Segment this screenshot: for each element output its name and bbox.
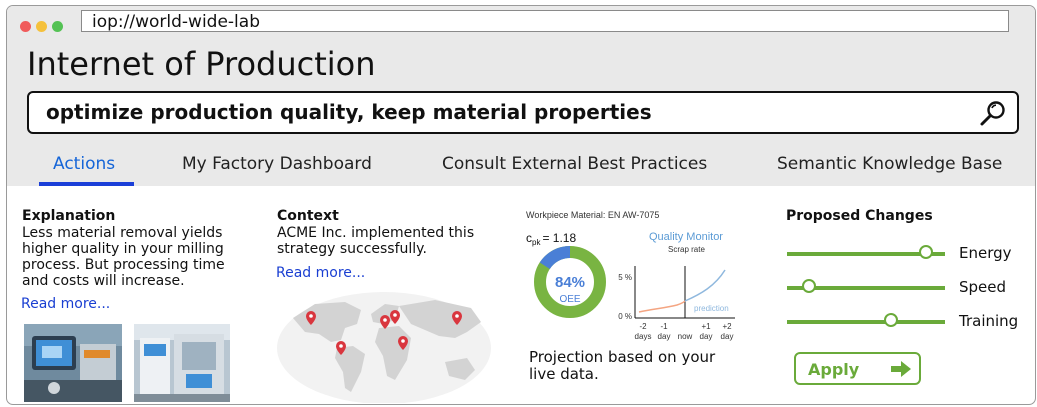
context-line: strategy successfully. xyxy=(277,241,427,257)
explanation-line: process. But processing time xyxy=(22,257,225,273)
x-tick-label: now xyxy=(678,332,693,341)
oee-value: 84% xyxy=(555,274,585,291)
maximize-window-dot[interactable] xyxy=(52,21,63,32)
tab-actions[interactable]: Actions xyxy=(53,154,115,174)
prediction-label: prediction xyxy=(694,304,729,313)
x-tick-label: day xyxy=(700,332,713,341)
tab-consult-external-best-practices[interactable]: Consult External Best Practices xyxy=(442,154,707,174)
explanation-title: Explanation xyxy=(22,208,116,224)
tab-bar: Actions My Factory Dashboard Consult Ext… xyxy=(7,151,1035,186)
energy-slider[interactable] xyxy=(787,245,945,259)
slider-thumb[interactable] xyxy=(802,279,817,293)
history-line xyxy=(638,300,686,313)
prediction-line xyxy=(684,269,726,302)
oee-gauge: 84% OEE xyxy=(534,246,606,318)
oee-label: OEE xyxy=(559,294,580,305)
projection-caption-line: live data. xyxy=(529,365,599,383)
x-tick-label: day xyxy=(658,332,671,341)
equipment-photo-image xyxy=(134,324,230,402)
explanation-read-more-link[interactable]: Read more... xyxy=(21,296,110,312)
quality-monitor-widget: Workpiece Material: EN AW-7075 cpk = 1.18… xyxy=(526,210,735,341)
context-title: Context xyxy=(277,208,339,224)
x-tick-label: -2 xyxy=(639,322,647,331)
tab-my-factory-dashboard[interactable]: My Factory Dashboard xyxy=(182,154,372,174)
x-tick-label: +2 xyxy=(722,322,732,331)
apply-button[interactable]: Apply xyxy=(794,352,921,385)
machine-photo-image xyxy=(24,324,122,402)
cpk-label: cpk = 1.18 xyxy=(526,231,576,247)
proposed-changes-title: Proposed Changes xyxy=(786,208,933,224)
explanation-line: and costs will increase. xyxy=(22,273,185,289)
speed-slider-label: Speed xyxy=(959,278,1007,296)
x-tick-labels: -2days-1day now+1day+2day xyxy=(635,322,734,341)
slider-track xyxy=(787,320,945,324)
x-tick-label: -1 xyxy=(660,322,668,331)
material-label: Workpiece Material: EN AW-7075 xyxy=(526,210,659,220)
x-tick-label: day xyxy=(721,332,734,341)
arrow-right-icon xyxy=(891,361,911,377)
search-bar[interactable]: optimize production quality, keep materi… xyxy=(27,91,1019,134)
address-bar[interactable]: iop://world-wide-lab xyxy=(81,10,1009,32)
y-tick-label: 5 % xyxy=(618,273,632,282)
window-controls xyxy=(20,17,68,36)
training-slider[interactable] xyxy=(787,313,945,327)
slider-thumb[interactable] xyxy=(919,245,934,259)
context-line: ACME Inc. implemented this xyxy=(277,225,475,241)
browser-window: iop://world-wide-lab Internet of Product… xyxy=(6,5,1036,405)
quality-monitor-title: Quality Monitor xyxy=(649,231,723,243)
slider-thumb[interactable] xyxy=(884,313,899,327)
x-tick-label: +1 xyxy=(701,322,711,331)
explanation-line: Less material removal yields xyxy=(22,225,223,241)
close-window-dot[interactable] xyxy=(20,21,31,32)
apply-button-label: Apply xyxy=(808,360,860,379)
scrap-rate-label: Scrap rate xyxy=(668,245,705,254)
page-title: Internet of Production xyxy=(27,45,376,83)
context-read-more-link[interactable]: Read more... xyxy=(276,265,365,281)
y-tick-label: 0 % xyxy=(618,312,632,321)
search-input[interactable]: optimize production quality, keep materi… xyxy=(46,100,652,124)
active-tab-indicator xyxy=(39,182,134,186)
search-icon[interactable] xyxy=(979,99,1007,127)
scrap-rate-chart: 5 % 0 % prediction -2days-1day now+1day+2… xyxy=(618,266,735,341)
minimize-window-dot[interactable] xyxy=(36,21,47,32)
world-map-image xyxy=(277,292,491,403)
projection-caption-line: Projection based on your xyxy=(529,348,716,366)
app-header: iop://world-wide-lab Internet of Product… xyxy=(7,6,1035,186)
explanation-line: higher quality in your milling xyxy=(22,241,224,257)
speed-slider[interactable] xyxy=(787,279,945,293)
energy-slider-label: Energy xyxy=(959,244,1012,262)
x-tick-label: days xyxy=(635,332,652,341)
training-slider-label: Training xyxy=(959,312,1019,330)
tab-semantic-knowledge-base[interactable]: Semantic Knowledge Base xyxy=(777,154,1002,174)
